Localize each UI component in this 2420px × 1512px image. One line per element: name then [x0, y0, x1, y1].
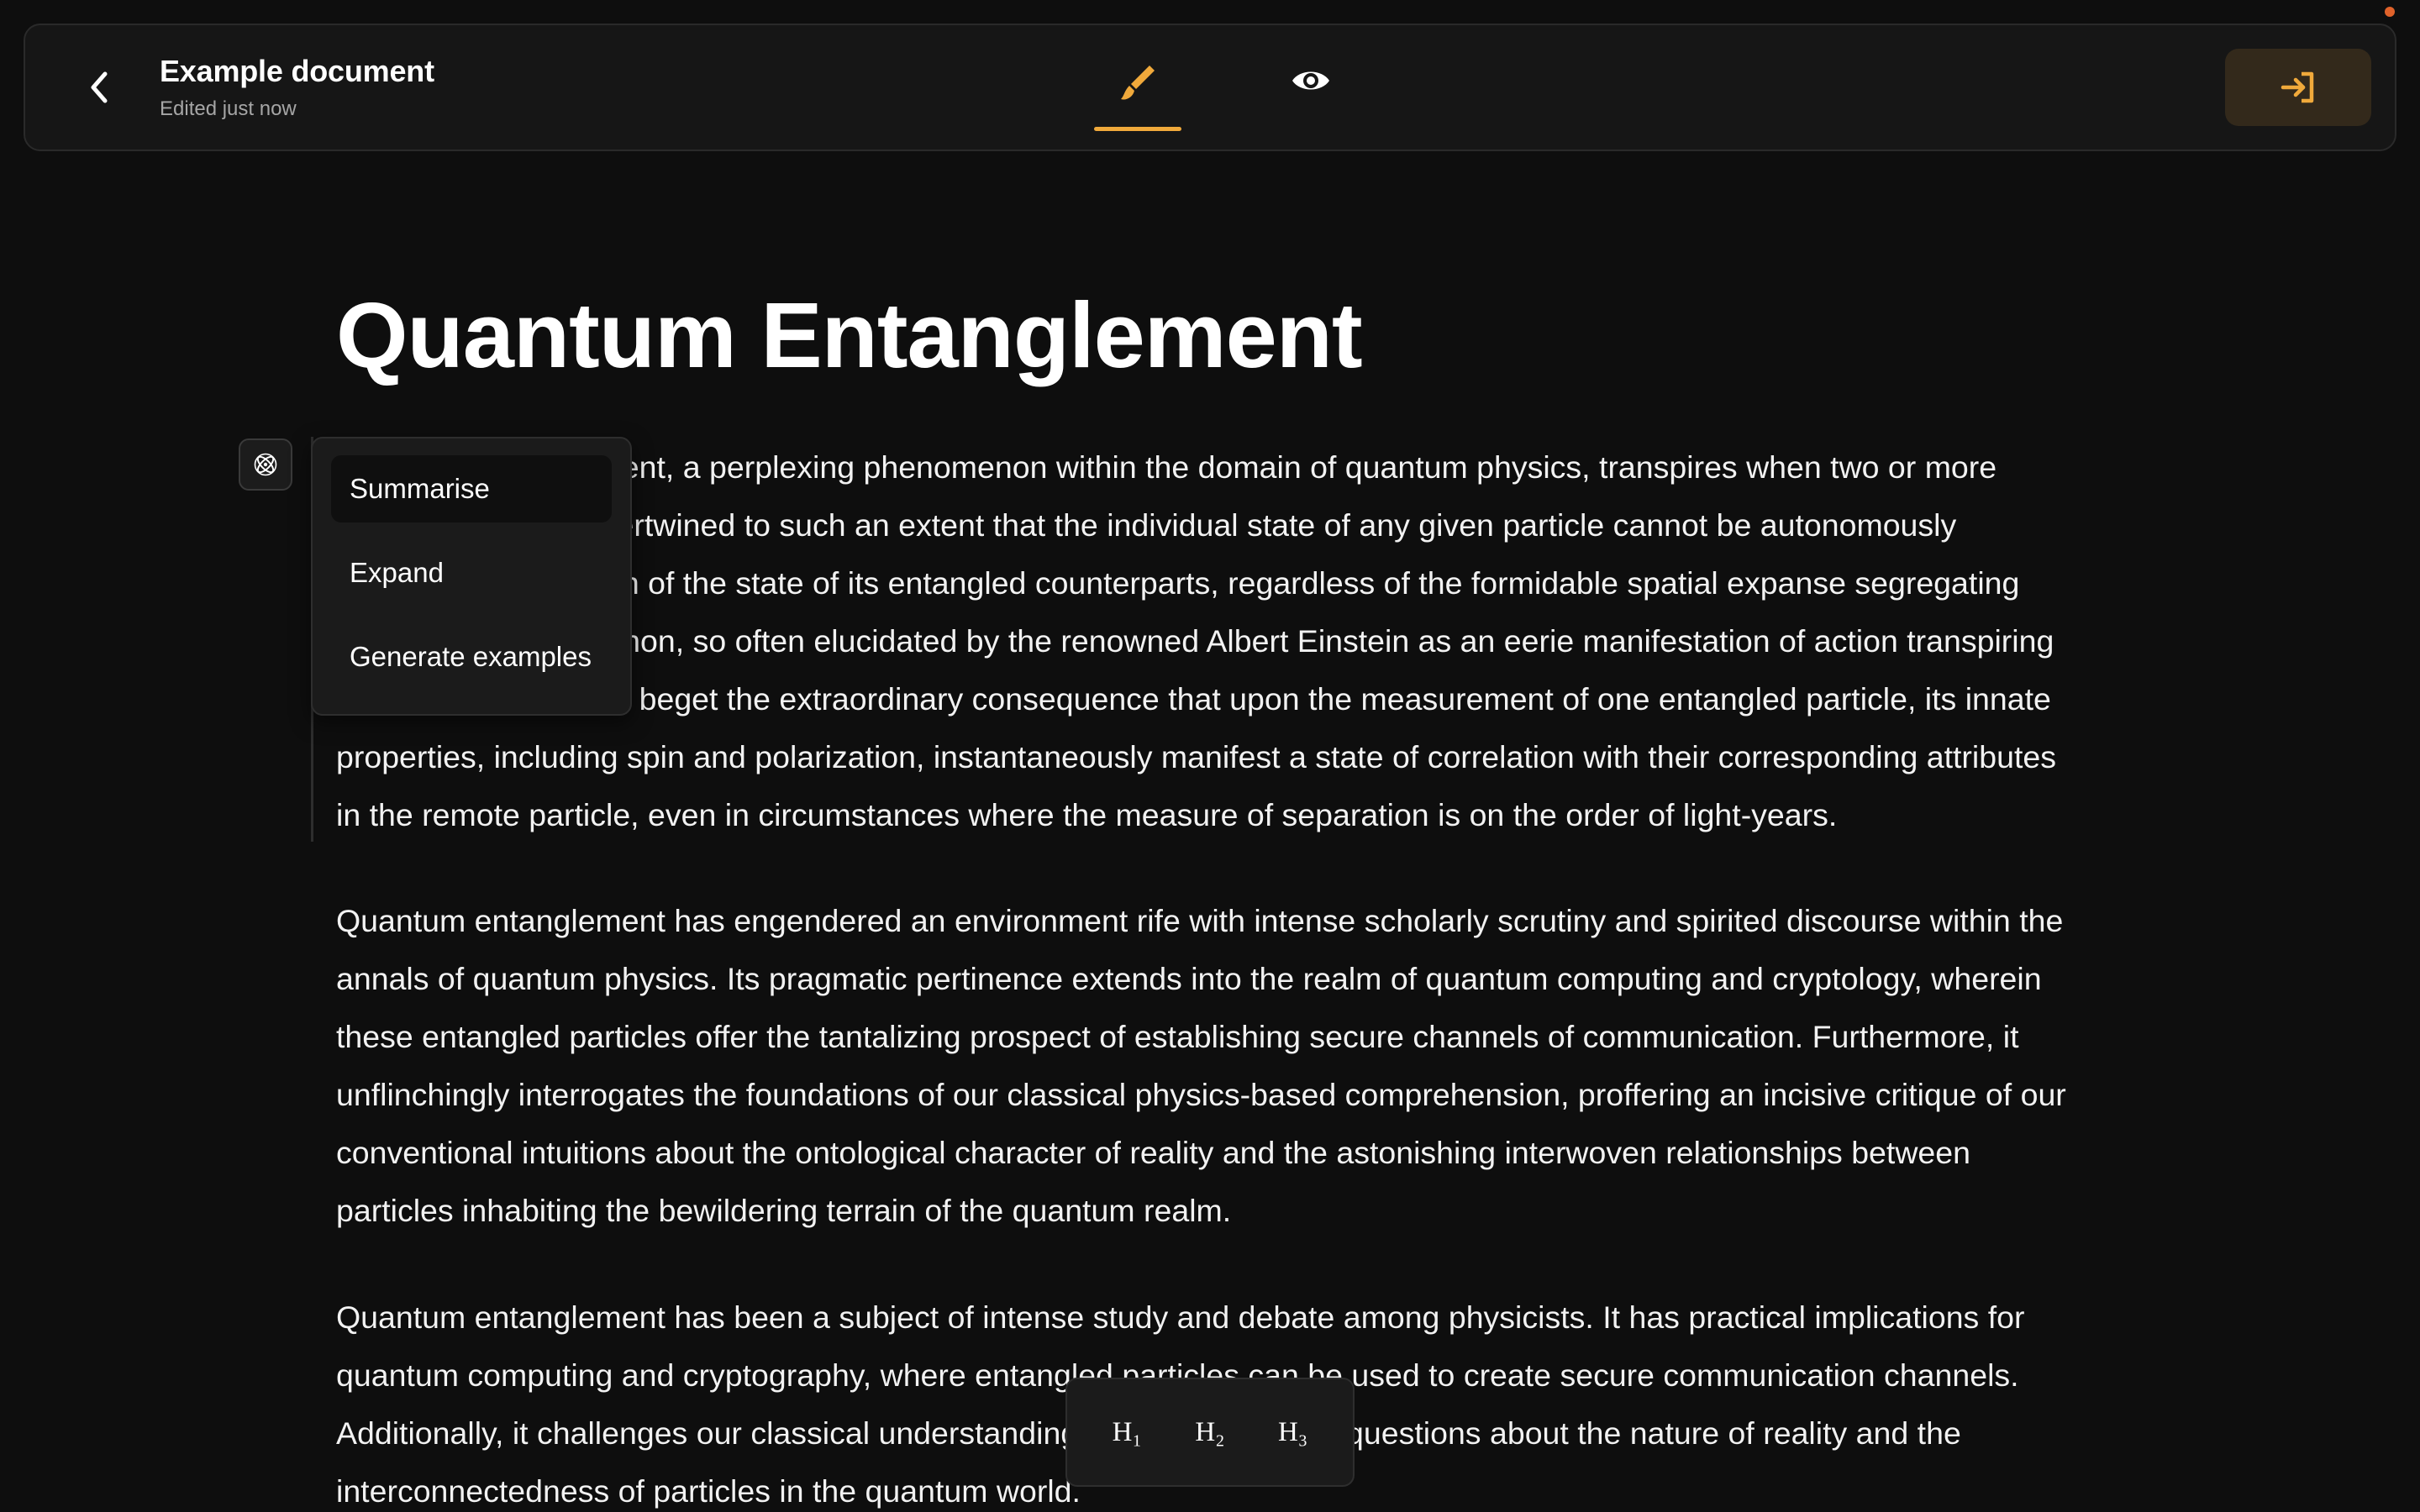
- document-title: Example document: [160, 54, 434, 88]
- generate-examples-option[interactable]: Generate examples: [331, 623, 612, 690]
- ai-assist-button[interactable]: [239, 438, 292, 491]
- active-tab-indicator: [1094, 127, 1181, 131]
- sign-in-arrow-icon: [2281, 71, 2314, 103]
- heading-2-button[interactable]: H₂: [1176, 1417, 1244, 1448]
- ai-actions-menu: Summarise Expand Generate examples: [311, 437, 632, 716]
- back-button[interactable]: [79, 67, 119, 108]
- paragraph-2[interactable]: Quantum entanglement has engendered an e…: [336, 892, 2084, 1240]
- chevron-left-icon: [91, 71, 108, 103]
- heading-toolbar: H₁ H₂ H₃: [1065, 1378, 1355, 1487]
- summarise-label: Summarise: [350, 473, 490, 504]
- summarise-option[interactable]: Summarise: [331, 455, 612, 522]
- edit-mode-tab[interactable]: [1094, 54, 1181, 131]
- preview-mode-tab[interactable]: [1267, 54, 1355, 131]
- eye-icon: [1292, 71, 1329, 90]
- exit-button[interactable]: [2225, 49, 2371, 126]
- editor-screen: Example document Edited just now Quantum…: [0, 0, 2420, 1512]
- brush-icon: [1121, 66, 1155, 100]
- heading-1-button[interactable]: H₁: [1093, 1417, 1160, 1448]
- generate-examples-label: Generate examples: [350, 641, 592, 672]
- atom-icon: [254, 453, 277, 476]
- document-heading[interactable]: Quantum Entanglement: [336, 282, 1363, 389]
- expand-label: Expand: [350, 557, 444, 588]
- expand-option[interactable]: Expand: [331, 539, 612, 606]
- top-bar: Example document Edited just now: [24, 24, 2396, 151]
- heading-3-button[interactable]: H₃: [1260, 1417, 1327, 1448]
- notification-dot: [2385, 7, 2395, 17]
- document-status: Edited just now: [160, 97, 297, 120]
